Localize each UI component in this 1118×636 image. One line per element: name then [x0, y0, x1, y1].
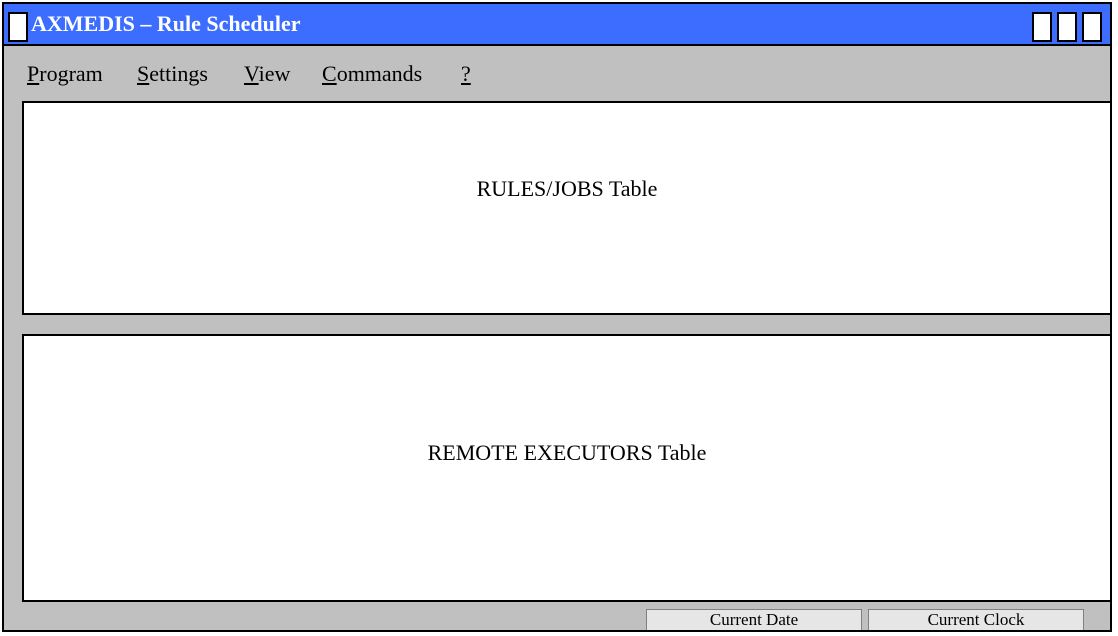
- current-clock-field: Current Clock: [868, 609, 1084, 630]
- remote-executors-table[interactable]: REMOTE EXECUTORS Table: [22, 334, 1110, 602]
- menu-view[interactable]: View: [244, 60, 290, 88]
- current-date-field: Current Date: [646, 609, 862, 630]
- menu-commands-label: ommands: [336, 61, 423, 86]
- menu-help[interactable]: ?: [461, 60, 471, 88]
- maximize-button[interactable]: [1057, 12, 1077, 42]
- menu-commands-mnemonic: C: [322, 61, 337, 86]
- menu-view-mnemonic: V: [244, 61, 259, 86]
- remote-executors-table-label: REMOTE EXECUTORS Table: [427, 440, 707, 465]
- menu-program-label: rogram: [39, 61, 103, 86]
- minimize-button[interactable]: [1032, 12, 1052, 42]
- menu-bar: Program Settings View Commands ?: [4, 46, 1110, 100]
- menu-help-mnemonic: ?: [461, 61, 471, 86]
- rules-jobs-table[interactable]: RULES/JOBS Table: [22, 101, 1110, 315]
- menu-view-label: iew: [258, 61, 291, 86]
- rules-jobs-table-label: RULES/JOBS Table: [476, 176, 658, 201]
- close-button[interactable]: [1082, 12, 1102, 42]
- app-icon[interactable]: [8, 12, 28, 42]
- title-bar[interactable]: AXMEDIS – Rule Scheduler: [4, 4, 1110, 46]
- app-window: AXMEDIS – Rule Scheduler Program Setting…: [2, 2, 1112, 632]
- menu-settings-mnemonic: S: [137, 61, 150, 86]
- window-title: AXMEDIS – Rule Scheduler: [31, 11, 301, 36]
- menu-commands[interactable]: Commands: [322, 60, 422, 88]
- menu-settings-label: ettings: [149, 61, 208, 86]
- menu-settings[interactable]: Settings: [137, 60, 208, 88]
- menu-program[interactable]: Program: [27, 60, 103, 88]
- menu-program-mnemonic: P: [27, 61, 40, 86]
